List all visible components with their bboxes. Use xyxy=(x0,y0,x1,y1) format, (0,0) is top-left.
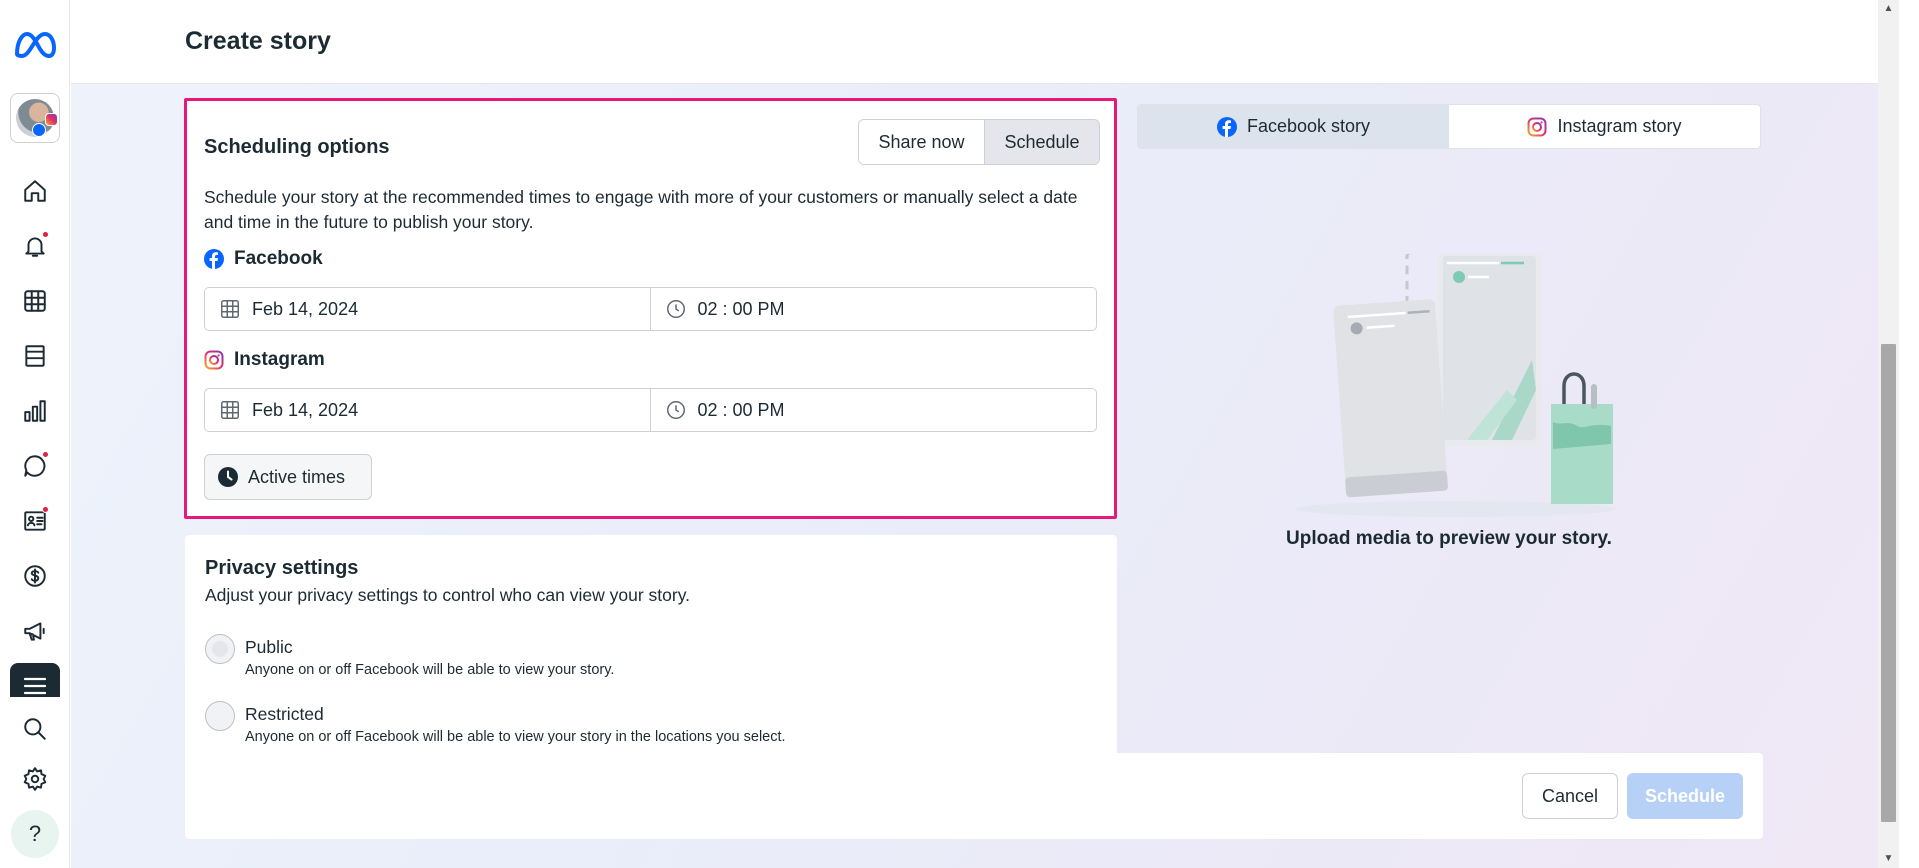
clock-filled-icon xyxy=(218,467,238,487)
footer-bar: Cancel Schedule xyxy=(185,753,1763,839)
facebook-time-input[interactable]: 02 : 00 PM xyxy=(651,288,1097,330)
share-mode-toggle: Share now Schedule xyxy=(858,119,1100,165)
cancel-button[interactable]: Cancel xyxy=(1522,773,1618,819)
facebook-time-value: 02 : 00 PM xyxy=(697,298,785,319)
home-icon[interactable] xyxy=(17,173,53,209)
meta-logo-icon[interactable] xyxy=(13,28,57,62)
posts-icon[interactable] xyxy=(17,338,53,374)
instagram-heading: Instagram xyxy=(204,349,325,371)
menu-icon[interactable] xyxy=(10,663,60,697)
facebook-date-input[interactable]: Feb 14, 2024 xyxy=(205,288,651,330)
help-button[interactable]: ? xyxy=(11,810,59,858)
monetization-dollar-icon[interactable] xyxy=(17,558,53,594)
instagram-label: Instagram xyxy=(234,349,325,370)
facebook-label: Facebook xyxy=(234,248,323,269)
restricted-label: Restricted xyxy=(245,704,324,724)
facebook-icon xyxy=(204,249,224,269)
left-nav-rail: ? xyxy=(0,0,70,868)
calendar-icon xyxy=(221,401,239,419)
tab-facebook-story-label: Facebook story xyxy=(1246,116,1371,136)
facebook-heading: Facebook xyxy=(204,248,323,270)
facebook-badge-icon xyxy=(32,123,46,137)
notifications-icon[interactable] xyxy=(17,228,53,264)
public-label: Public xyxy=(245,637,293,657)
active-times-label: Active times xyxy=(248,466,346,487)
scrollbar-thumb[interactable] xyxy=(1881,344,1896,822)
planner-grid-icon[interactable] xyxy=(17,283,53,319)
clock-icon xyxy=(666,300,685,318)
contacts-card-icon[interactable] xyxy=(17,503,53,539)
preview-empty-text: Upload media to preview your story. xyxy=(1286,528,1612,549)
scroll-up-arrow-icon[interactable]: ▲ xyxy=(1878,0,1899,18)
instagram-date-input[interactable]: Feb 14, 2024 xyxy=(205,389,651,431)
privacy-subtitle: Adjust your privacy settings to control … xyxy=(205,585,691,605)
instagram-badge-icon xyxy=(45,113,58,126)
ads-megaphone-icon[interactable] xyxy=(17,613,53,649)
tab-instagram-story-label: Instagram story xyxy=(1557,116,1682,136)
restricted-description: Anyone on or off Facebook will be able t… xyxy=(245,729,786,745)
instagram-date-value: Feb 14, 2024 xyxy=(252,399,359,420)
public-radio[interactable] xyxy=(205,634,235,664)
clock-icon xyxy=(666,401,685,419)
facebook-datetime-field: Feb 14, 2024 02 : 00 PM xyxy=(204,287,1097,331)
tab-instagram-story[interactable]: Instagram story xyxy=(1449,105,1760,148)
instagram-datetime-field: Feb 14, 2024 02 : 00 PM xyxy=(204,388,1097,432)
public-description: Anyone on or off Facebook will be able t… xyxy=(245,662,615,678)
calendar-icon xyxy=(221,300,239,318)
preview-tabs: Facebook story Instagram story xyxy=(1137,104,1761,149)
instagram-icon xyxy=(1527,117,1547,136)
story-preview-illustration xyxy=(1296,254,1616,517)
facebook-icon xyxy=(1216,116,1237,137)
page-title: Create story xyxy=(185,27,331,55)
scheduling-options-card: Scheduling options Share now Schedule Sc… xyxy=(184,98,1117,519)
notification-badge xyxy=(42,231,49,238)
account-switcher[interactable] xyxy=(10,93,60,143)
restricted-radio[interactable] xyxy=(205,701,235,731)
privacy-title: Privacy settings xyxy=(205,557,359,579)
tab-facebook-story[interactable]: Facebook story xyxy=(1138,105,1449,148)
instagram-icon xyxy=(204,350,224,370)
scheduling-description: Schedule your story at the recommended t… xyxy=(204,187,1078,232)
main-content: Scheduling options Share now Schedule Sc… xyxy=(71,84,1878,868)
gear-icon[interactable] xyxy=(17,761,53,797)
page-header: Create story xyxy=(71,0,1878,84)
inbox-chat-icon[interactable] xyxy=(17,448,53,484)
share-now-button[interactable]: Share now xyxy=(859,120,985,164)
schedule-button[interactable]: Schedule xyxy=(1627,773,1743,819)
page-scrollbar[interactable]: ▲ ▼ xyxy=(1878,0,1899,868)
search-icon[interactable] xyxy=(17,711,53,747)
instagram-time-value: 02 : 00 PM xyxy=(697,399,785,420)
instagram-time-input[interactable]: 02 : 00 PM xyxy=(651,389,1097,431)
contacts-badge xyxy=(42,506,49,513)
scroll-down-arrow-icon[interactable]: ▼ xyxy=(1878,850,1899,868)
scheduling-title: Scheduling options xyxy=(204,136,390,158)
insights-icon[interactable] xyxy=(17,393,53,429)
schedule-toggle-button[interactable]: Schedule xyxy=(985,120,1099,164)
chat-badge xyxy=(42,451,49,458)
facebook-date-value: Feb 14, 2024 xyxy=(252,298,359,319)
active-times-button[interactable]: Active times xyxy=(204,454,372,500)
